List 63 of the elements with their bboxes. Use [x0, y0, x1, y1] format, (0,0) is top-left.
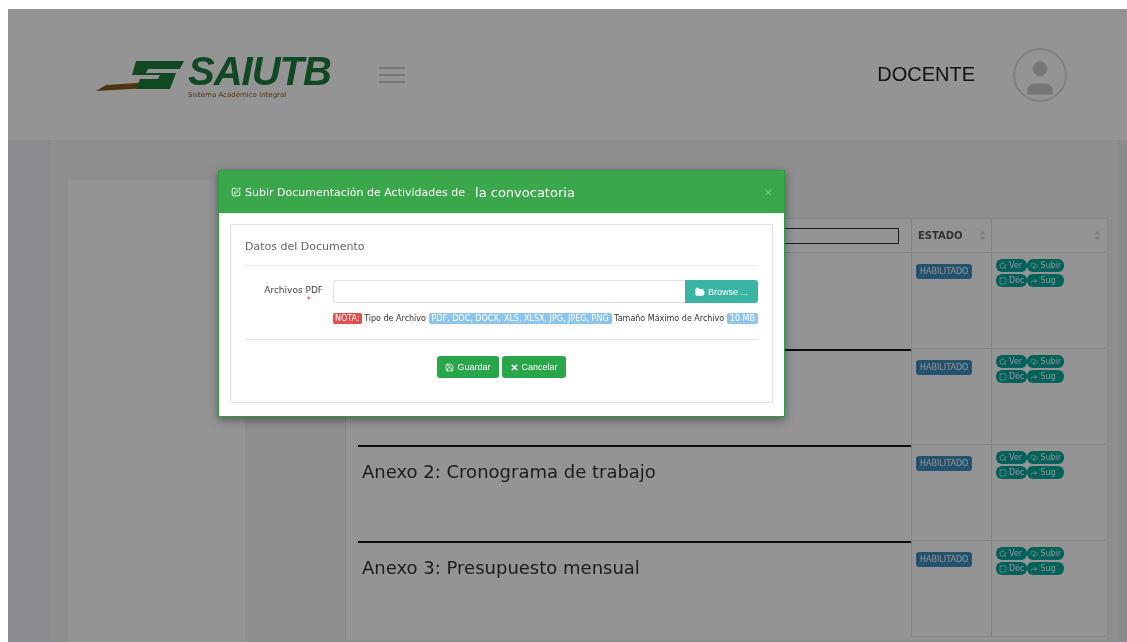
action-link[interactable]: Sug — [1027, 562, 1065, 575]
action-link[interactable]: Ver — [996, 451, 1028, 464]
square-icon — [999, 276, 1007, 285]
required-mark: * — [306, 295, 311, 305]
status-badge: HABILITADO — [916, 456, 973, 471]
save-button[interactable]: Guardar — [437, 356, 499, 378]
action-link[interactable]: Ver — [996, 355, 1028, 368]
square-icon — [999, 372, 1007, 381]
file-field[interactable] — [333, 280, 685, 303]
sort-icon — [980, 231, 985, 240]
logo-title: SAIUTB — [188, 50, 331, 91]
action-link[interactable]: Ver — [996, 547, 1028, 560]
action-link[interactable]: Doc — [996, 370, 1028, 383]
menu-icon[interactable] — [378, 64, 405, 85]
folder-icon — [695, 286, 705, 297]
action-link[interactable]: Subir — [1027, 355, 1065, 368]
action-link[interactable]: Doc — [996, 466, 1028, 479]
note-text: Tipo de Archivo — [364, 314, 426, 323]
action-link[interactable]: Subir — [1027, 547, 1065, 560]
action-link[interactable]: Ver — [996, 259, 1028, 272]
browse-button[interactable]: Browse ... — [685, 280, 758, 303]
edit-icon — [231, 187, 241, 197]
file-size-badge: 10 MB — [726, 313, 758, 324]
dialog-subtitle: la convocatoria — [475, 184, 575, 200]
row-title: Anexo 3: Presupuesto mensual — [362, 557, 640, 578]
search-icon — [999, 357, 1007, 366]
status-badge: HABILITADO — [916, 360, 973, 375]
action-link[interactable]: Doc — [996, 562, 1028, 575]
action-link[interactable]: Subir — [1027, 451, 1065, 464]
close-button[interactable]: × — [764, 184, 772, 200]
square-icon — [999, 564, 1007, 573]
cloud-upload-icon — [1030, 453, 1039, 462]
field-label: Archivos PDF — [264, 285, 323, 295]
user-role: DOCENTE — [877, 63, 975, 86]
row-title: Anexo 2: Cronograma de trabajo — [362, 461, 656, 482]
cloud-upload-icon — [1030, 549, 1039, 558]
column-header: ESTADO — [918, 230, 963, 241]
action-link[interactable]: Doc — [996, 274, 1028, 287]
search-icon — [999, 453, 1007, 462]
cloud-upload-icon — [1030, 261, 1039, 270]
search-icon — [999, 261, 1007, 270]
share-icon — [1030, 372, 1039, 381]
action-link[interactable]: Sug — [1027, 274, 1065, 287]
note-badge: NOTA: — [333, 313, 362, 324]
sort-icon — [1095, 231, 1100, 240]
action-link[interactable]: Subir — [1027, 259, 1065, 272]
share-icon — [1030, 468, 1039, 477]
search-icon — [999, 549, 1007, 558]
cloud-upload-icon — [1030, 357, 1039, 366]
close-icon — [509, 362, 519, 372]
action-link[interactable]: Sug — [1027, 466, 1065, 479]
dialog-title: Subir Documentación de Actividades de — [245, 185, 466, 199]
action-link[interactable]: Sug — [1027, 370, 1065, 383]
note-text: Tamaño Máximo de Archivo — [614, 314, 725, 323]
share-icon — [1030, 276, 1039, 285]
cancel-button[interactable]: Cancelar — [501, 356, 566, 378]
status-badge: HABILITADO — [916, 264, 973, 279]
share-icon — [1030, 564, 1039, 573]
section-title: Datos del Documento — [245, 225, 758, 266]
file-types-badge: PDF, DOC, DOCX, XLS, XLSX, JPG, JPEG, PNG — [428, 313, 612, 324]
save-icon — [445, 362, 455, 372]
status-badge: HABILITADO — [916, 552, 973, 567]
square-icon — [999, 468, 1007, 477]
